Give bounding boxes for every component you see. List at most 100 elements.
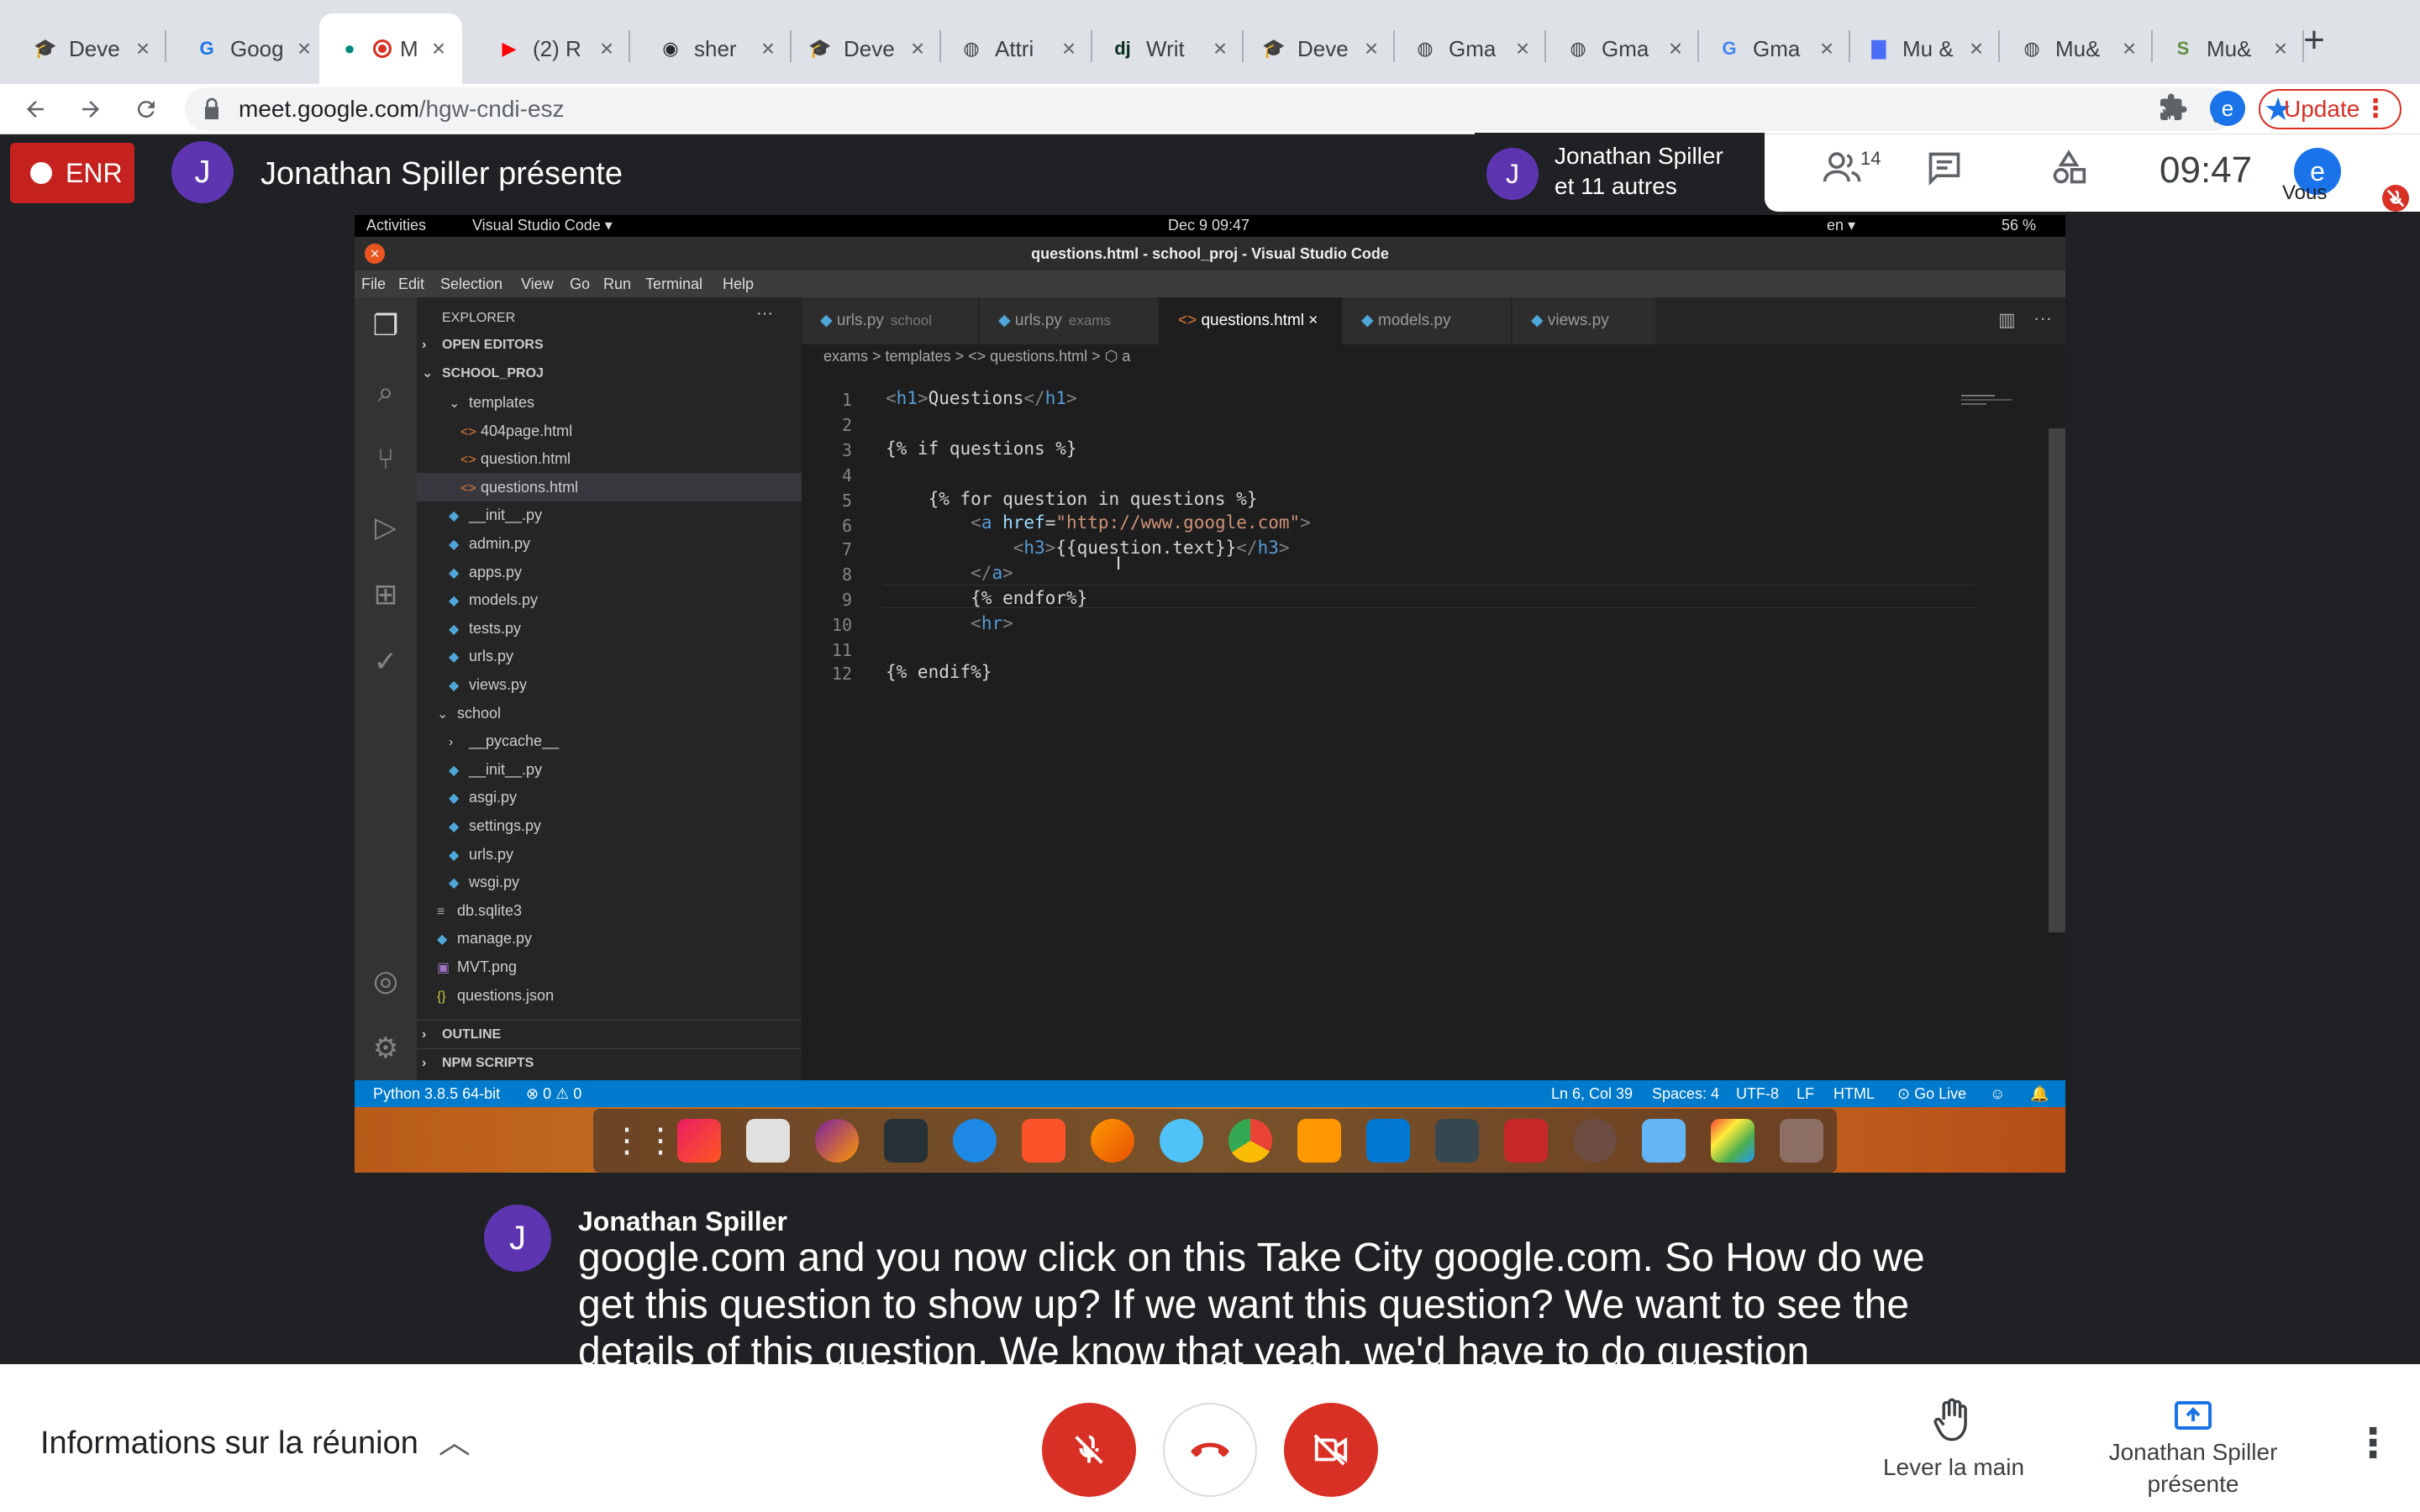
close-tab-icon[interactable]: × [595,35,618,62]
browser-tab[interactable]: 🎓 Deve × [790,13,941,84]
chat-icon[interactable] [1926,150,1963,195]
participant-summary[interactable]: J Jonathan Spiller et 11 autres [1475,133,1765,210]
file-tree-label: db.sqlite3 [457,901,523,919]
file-tree-label: __pycache__ [469,732,560,750]
raise-hand-icon[interactable] [1931,1396,1975,1447]
browser-tab[interactable]: 🎓 Deve × [15,13,166,84]
tab-divider [1544,30,1546,62]
py-file-icon: ◆ [820,312,837,329]
forward-icon[interactable] [71,89,111,129]
text-cursor-icon: I [1116,553,1122,574]
browser-tab[interactable]: G Goog × [176,13,328,84]
editor-tab: ◆ urls.py exams [980,297,1158,344]
people-icon[interactable]: 14 [1822,148,1881,195]
close-tab-icon[interactable]: × [1360,35,1383,62]
line-number: 2 [841,415,852,435]
new-tab-button[interactable]: + [2294,22,2334,62]
browser-tab[interactable]: dj Writ × [1092,13,1244,84]
code-line: </a> [971,563,1013,583]
file-tree-label: __init__.py [469,760,543,778]
file-tree-label: tests.py [469,619,522,637]
editor-scrollbar [2049,428,2065,932]
browser-tab[interactable]: 🎓 Deve × [1244,13,1395,84]
browser-tab[interactable]: ◍ Gma × [1395,13,1546,84]
reload-icon[interactable] [126,89,166,129]
close-tab-icon[interactable]: × [906,35,929,62]
py-file-icon: ◆ [449,848,460,863]
present-screen-icon[interactable] [2173,1398,2213,1439]
self-muted-icon [2382,185,2409,212]
file-tree-label: questions.json [457,986,555,1004]
file-tree-item: ≡ db.sqlite3 [417,896,802,925]
browser-tab[interactable]: ◉ sher × [640,13,792,84]
globe-icon: ◍ [963,38,980,59]
shopify-icon: S [2176,38,2190,59]
file-tree-label: MVT.png [457,958,518,975]
browser-tab[interactable]: ◍ Attri × [941,13,1092,84]
caption-text: google.com and you now click on this Tak… [578,1236,1925,1369]
update-button[interactable]: Update ⋮ [2259,89,2402,129]
self-label: Vous [2282,181,2328,204]
file-tree-label: apps.py [469,563,523,580]
close-tab-icon[interactable]: × [1208,35,1232,62]
browser-tab[interactable]: G Gma × [1699,13,1850,84]
close-tab-icon[interactable]: × [1057,35,1081,62]
file-tree-label: questions.html [481,478,579,496]
profile-avatar[interactable]: e [2210,91,2245,126]
file-tree-label: wsgi.py [469,874,520,891]
presenter-avatar: J [171,141,234,203]
browser-tab[interactable]: ▇ Mu & × [1849,13,2000,84]
tab-title: Gma [1602,35,1649,61]
close-tab-icon[interactable]: × [1965,35,1988,62]
close-tab-icon[interactable]: × [756,35,780,62]
address-bar[interactable]: meet.google.com/hgw-cndi-esz 文 ★ [185,87,2292,131]
py-file-icon: ◆ [449,650,460,665]
account-icon: ◎ [373,965,398,997]
editor-tab-label: urls.py [1014,312,1062,329]
raise-hand-label[interactable]: Lever la main [1865,1452,2042,1483]
tab-title: Deve [844,35,895,61]
activities-icon[interactable] [2050,150,2087,195]
menu-dots-icon[interactable]: ⋮ [2363,94,2388,123]
camera-off-button[interactable] [1284,1403,1378,1497]
recording-badge[interactable]: ENR [10,143,134,203]
folder-file-icon: › [449,735,454,750]
docs-icon: ▇ [1871,38,1886,59]
file-tree-item: ◆ __init__.py [417,501,802,529]
language-mode: HTML [1833,1085,1875,1102]
github-icon: ◉ [662,38,679,59]
browser-tab[interactable]: ◍ Gma × [1548,13,1699,84]
leave-call-button[interactable] [1163,1403,1257,1497]
code-editor: ◆ urls.py school ◆ urls.py exams <> question… [802,297,2065,1080]
close-tab-icon[interactable]: × [1664,35,1687,62]
browser-tab[interactable]: ◍ Mu& × [2002,13,2153,84]
close-tab-icon[interactable]: × [131,35,155,62]
meeting-details-button[interactable]: Informations sur la réunion ︿ [40,1416,471,1462]
microphone-off-button[interactable] [1042,1403,1136,1497]
close-tab-icon[interactable]: × [1511,35,1534,62]
participant-others: et 11 autres [1555,173,1677,199]
test-icon: ✓ [373,646,398,678]
url-text: meet.google.com/hgw-cndi-esz [239,96,565,122]
chromium-icon [1160,1119,1203,1163]
mic-off-icon [1075,1435,1103,1464]
more-options-icon[interactable]: ⋮ [2353,1420,2393,1467]
close-tab-icon[interactable]: × [427,35,450,62]
django-icon: dj [1114,38,1131,59]
browser-tab[interactable]: S Mu& × [2153,13,2304,84]
editor-tab-path: exams [1068,312,1111,328]
browser-tab[interactable]: ● M × [319,13,462,84]
close-tab-icon[interactable]: × [292,35,316,62]
line-number: 12 [831,664,852,684]
close-tab-icon[interactable]: × [2118,35,2141,62]
presenting-label[interactable]: Jonathan Spiller présente [2075,1436,2311,1500]
browser-tab[interactable]: ▶ (2) R × [479,13,630,84]
back-icon[interactable] [15,89,55,129]
menu-bar: File Edit Selection View Go Run Terminal… [355,270,2065,297]
extensions-icon[interactable] [2158,92,2188,127]
file-tree-item: ◆ views.py [417,670,802,699]
close-tab-icon[interactable]: × [2269,35,2292,62]
editor-tab-label: models.py [1377,312,1451,329]
close-tab-icon[interactable]: × [1815,35,1839,62]
globe-icon: ◍ [1417,38,1434,59]
